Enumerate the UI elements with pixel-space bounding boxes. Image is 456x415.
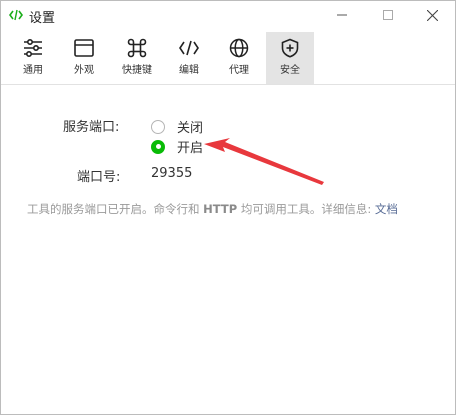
globe-icon	[229, 38, 249, 58]
command-icon	[127, 38, 147, 58]
minimize-icon	[337, 14, 347, 16]
sliders-icon	[24, 38, 42, 58]
window-title: 设置	[29, 11, 56, 26]
tab-proxy[interactable]: 代理	[215, 32, 263, 84]
security-panel: 服务端口: 关闭 开启 端口号: 29355 工具的服务端口已开启。命令行和 H…	[1, 86, 455, 414]
security-description: 工具的服务端口已开启。命令行和 HTTP 均可调用工具。详细信息: 文档	[27, 200, 417, 218]
minimize-button[interactable]	[319, 1, 365, 29]
title-bar: 设置	[1, 1, 455, 29]
app-logo-icon	[9, 9, 23, 21]
maximize-button[interactable]	[365, 1, 411, 29]
port-number-value: 29355	[151, 166, 193, 181]
settings-window: 设置 通用 外观 快捷键 编辑 代理 安全 服务端口: 关闭 开启 端口号: 2…	[0, 0, 456, 415]
tab-general-label: 通用	[23, 65, 43, 76]
tab-editor[interactable]: 编辑	[165, 32, 213, 84]
tab-appearance[interactable]: 外观	[60, 32, 108, 84]
radio-port-off-label: 关闭	[177, 121, 204, 136]
documentation-link[interactable]: 文档	[375, 202, 398, 216]
radio-checked-dot	[155, 144, 161, 149]
shield-icon	[281, 38, 299, 58]
settings-toolbar: 通用 外观 快捷键 编辑 代理 安全	[1, 29, 455, 85]
tab-general[interactable]: 通用	[9, 32, 57, 84]
tab-shortcuts[interactable]: 快捷键	[113, 32, 161, 84]
description-suffix: 均可调用工具。详细信息:	[240, 202, 372, 216]
maximize-icon	[383, 10, 393, 20]
description-prefix: 工具的服务端口已开启。命令行和	[27, 202, 200, 216]
radio-port-on-label: 开启	[177, 141, 204, 156]
tab-editor-label: 编辑	[179, 65, 199, 76]
code-icon	[179, 40, 199, 56]
radio-port-on-circle[interactable]	[151, 139, 165, 154]
port-number-label: 端口号:	[77, 170, 121, 185]
close-icon	[426, 9, 438, 21]
radio-port-off-circle[interactable]	[151, 119, 165, 134]
tab-appearance-label: 外观	[74, 65, 94, 76]
description-http: HTTP	[203, 202, 238, 216]
window-icon	[74, 39, 94, 57]
tab-proxy-label: 代理	[229, 65, 249, 76]
radio-port-off[interactable]: 关闭	[151, 117, 203, 136]
tab-security[interactable]: 安全	[266, 32, 314, 84]
radio-port-on[interactable]: 开启	[151, 137, 203, 156]
close-button[interactable]	[409, 1, 455, 29]
tab-shortcuts-label: 快捷键	[122, 65, 152, 76]
service-port-label: 服务端口:	[63, 120, 120, 135]
annotation-arrow-icon	[204, 138, 324, 185]
tab-security-label: 安全	[280, 65, 300, 76]
